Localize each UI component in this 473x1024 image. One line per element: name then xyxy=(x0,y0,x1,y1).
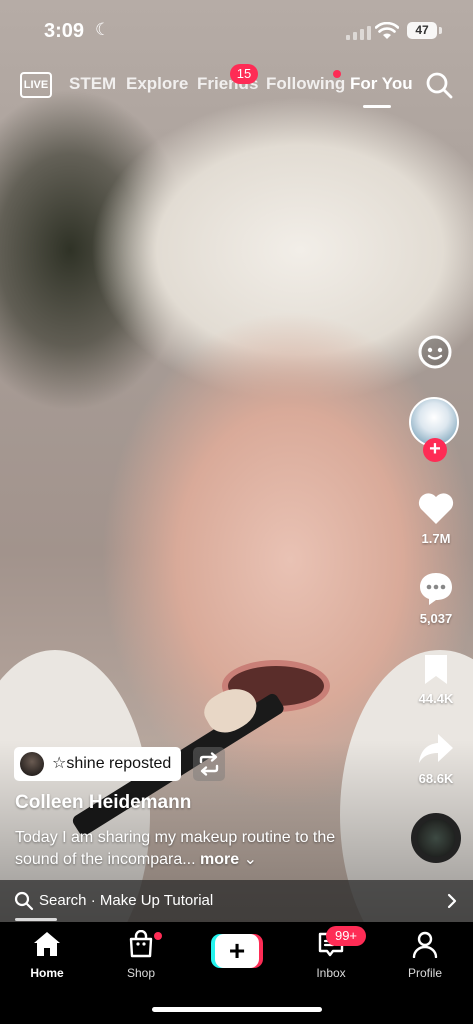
inbox-badge: 99+ xyxy=(326,926,366,946)
shop-bag-icon xyxy=(129,929,153,958)
comment-count: 5,037 xyxy=(419,611,453,626)
nav-home-label: Home xyxy=(30,966,64,980)
tab-stem[interactable]: STEM xyxy=(69,74,116,94)
repost-chip[interactable]: ☆shine reposted xyxy=(14,747,182,781)
author-name[interactable]: Colleen Heidemann xyxy=(15,792,191,814)
active-tab-underline xyxy=(363,105,391,108)
shop-dot xyxy=(154,932,162,940)
create-plus-icon: + xyxy=(215,934,259,968)
bookmark-icon xyxy=(425,655,447,684)
share-action[interactable]: 68.6K xyxy=(406,732,466,786)
follow-button[interactable]: + xyxy=(423,438,447,462)
nav-shop-label: Shop xyxy=(126,966,156,980)
moon-icon: ☾ xyxy=(95,20,111,39)
video-player[interactable] xyxy=(0,0,473,980)
reposter-avatar xyxy=(20,752,44,776)
nav-home[interactable]: Home xyxy=(12,930,82,980)
emoji-icon[interactable] xyxy=(418,335,452,369)
like-action[interactable]: 1.7M xyxy=(406,490,466,546)
repost-button[interactable] xyxy=(193,747,225,781)
wifi-icon xyxy=(375,22,399,39)
tiktok-feed-screen: 3:09 ☾ 47 LIVE STEM Explore Friends 15 F… xyxy=(0,0,473,1024)
search-icon[interactable] xyxy=(425,71,453,99)
comment-action[interactable]: 5,037 xyxy=(406,570,466,626)
caption-text: Today I am sharing my makeup routine to … xyxy=(15,829,336,868)
comment-icon xyxy=(420,573,452,605)
repost-icon xyxy=(199,752,219,776)
profile-icon xyxy=(412,931,438,959)
status-time: 3:09 xyxy=(44,20,85,42)
chevron-down-icon: ⌄ xyxy=(243,851,257,868)
nav-inbox[interactable]: 99+ Inbox xyxy=(296,926,366,980)
status-bar: 3:09 ☾ 47 xyxy=(0,0,473,60)
live-button[interactable]: LIVE xyxy=(20,72,52,98)
save-count: 44.4K xyxy=(418,691,454,706)
heart-icon xyxy=(418,493,454,524)
share-icon xyxy=(419,734,453,763)
save-action[interactable]: 44.4K xyxy=(406,652,466,706)
home-icon xyxy=(34,932,60,956)
repost-label: ☆shine reposted xyxy=(52,755,172,772)
nav-profile-label: Profile xyxy=(407,966,442,980)
chevron-right-icon xyxy=(447,893,457,909)
friends-badge: 15 xyxy=(230,64,258,84)
sound-disc-icon[interactable] xyxy=(411,813,461,863)
tab-for-you[interactable]: For You xyxy=(350,74,413,94)
follow-plus-symbol: + xyxy=(429,438,441,460)
search-suggestion-bar[interactable]: Search · Make Up Tutorial xyxy=(0,880,473,922)
tab-explore[interactable]: Explore xyxy=(126,74,188,94)
video-caption[interactable]: Today I am sharing my makeup routine to … xyxy=(15,827,355,871)
nav-inbox-label: Inbox xyxy=(316,966,346,980)
top-nav: LIVE STEM Explore Friends 15 Following F… xyxy=(0,64,473,108)
live-label: LIVE xyxy=(23,79,49,91)
like-count: 1.7M xyxy=(421,531,451,546)
following-dot xyxy=(333,70,341,78)
battery-level: 47 xyxy=(415,23,429,37)
search-suggestion-icon xyxy=(14,891,34,911)
video-progress-indicator xyxy=(15,918,57,921)
battery-nub xyxy=(439,27,442,34)
nav-profile[interactable]: Profile xyxy=(390,930,460,980)
share-count: 68.6K xyxy=(418,771,454,786)
battery-icon: 47 xyxy=(407,22,437,39)
create-plus-symbol: + xyxy=(228,935,246,966)
nav-shop[interactable]: Shop xyxy=(106,929,176,980)
create-button[interactable]: + xyxy=(211,934,263,968)
cellular-signal-icon xyxy=(346,24,371,40)
search-suggestion-text: Search · Make Up Tutorial xyxy=(39,892,214,909)
home-indicator xyxy=(152,1007,322,1012)
more-link[interactable]: more xyxy=(200,851,239,868)
